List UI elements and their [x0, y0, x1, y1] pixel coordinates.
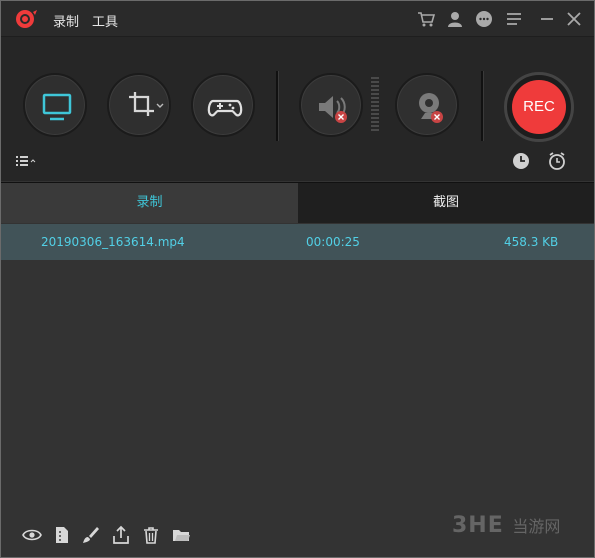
- menu-icon[interactable]: [504, 9, 524, 29]
- rec-button[interactable]: REC: [504, 72, 574, 142]
- app-window: 录制 工具 REC 录制 截图 20190306_163614.mp4 00:0…: [0, 0, 595, 558]
- capture-toolbar: REC: [1, 37, 594, 181]
- game-mode-button[interactable]: [191, 73, 255, 137]
- user-icon[interactable]: [445, 9, 465, 29]
- tab-screenshot[interactable]: 截图: [298, 183, 594, 223]
- speaker-muted-icon: [319, 96, 347, 123]
- audio-toggle-button[interactable]: [299, 73, 363, 137]
- cart-icon[interactable]: [416, 9, 436, 29]
- chat-icon[interactable]: [474, 9, 494, 29]
- screen-icon: [42, 93, 72, 121]
- recording-size: 458.3 KB: [504, 235, 559, 249]
- menu-record[interactable]: 录制: [53, 11, 79, 30]
- schedule-clock-icon[interactable]: [511, 151, 531, 171]
- content-tabs: 录制 截图: [1, 182, 594, 223]
- list-options-icon[interactable]: [15, 153, 41, 169]
- watermark-brand: 3HE: [452, 513, 504, 538]
- region-mode-button[interactable]: [107, 73, 171, 137]
- list-item[interactable]: 20190306_163614.mp4 00:00:25 458.3 KB: [1, 224, 594, 260]
- brush-icon[interactable]: [81, 525, 101, 545]
- folder-icon[interactable]: [171, 525, 191, 545]
- eye-icon[interactable]: [22, 525, 42, 545]
- crop-region-icon: [129, 92, 164, 116]
- minimize-icon[interactable]: [537, 9, 557, 29]
- app-logo-icon: [16, 10, 37, 28]
- gamepad-icon: [207, 99, 243, 117]
- recording-list-area: [1, 260, 594, 510]
- title-bar: 录制 工具: [1, 1, 594, 37]
- tab-record[interactable]: 录制: [1, 183, 298, 223]
- webcam-toggle-button[interactable]: [395, 73, 459, 137]
- toolbar-divider: [276, 71, 279, 141]
- rec-label: REC: [512, 80, 566, 134]
- recording-filename: 20190306_163614.mp4: [41, 235, 185, 249]
- watermark: 3HE 当游网: [452, 513, 560, 538]
- menu-tools[interactable]: 工具: [92, 11, 118, 30]
- audio-level-meter: [371, 77, 379, 133]
- recording-duration: 00:00:25: [306, 235, 360, 249]
- toolbar-divider: [481, 71, 484, 141]
- webcam-disabled-icon: [419, 93, 443, 123]
- trash-icon[interactable]: [141, 525, 161, 545]
- close-icon[interactable]: [564, 9, 584, 29]
- full-screen-mode-button[interactable]: [23, 73, 87, 137]
- alarm-timer-icon[interactable]: [547, 151, 567, 171]
- watermark-site: 当游网: [512, 517, 561, 536]
- share-icon[interactable]: [111, 525, 131, 545]
- file-icon[interactable]: [52, 525, 72, 545]
